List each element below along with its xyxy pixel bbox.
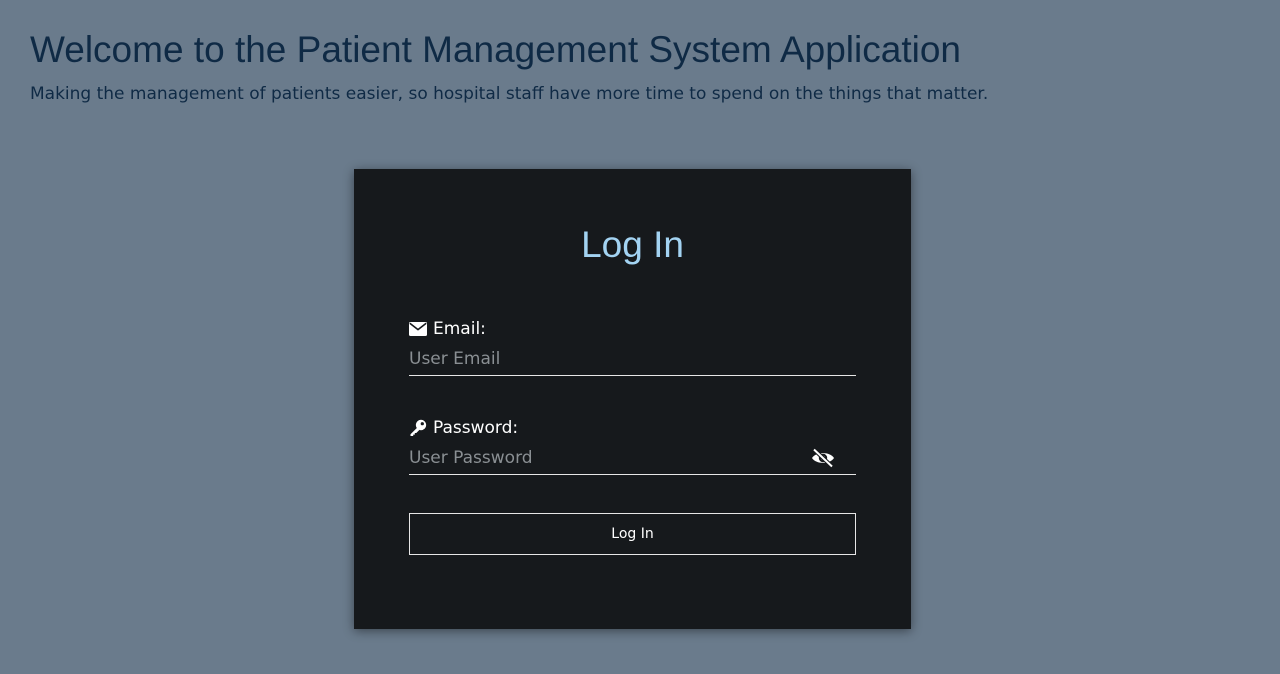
key-icon — [409, 419, 429, 437]
email-field-group: Email: — [409, 317, 856, 376]
email-input-wrap — [409, 345, 856, 376]
password-input[interactable] — [409, 444, 799, 472]
page-title: Welcome to the Patient Management System… — [30, 29, 961, 70]
password-field-group: Password: — [409, 416, 856, 475]
email-label: Email: — [433, 319, 486, 339]
password-label-row: Password: — [409, 416, 856, 440]
page-header: Welcome to the Patient Management System… — [30, 28, 1250, 106]
password-input-wrap — [409, 444, 856, 475]
login-title: Log In — [581, 224, 684, 265]
page-subtitle: Making the management of patients easier… — [30, 84, 989, 104]
login-button[interactable]: Log In — [409, 513, 856, 555]
envelope-icon — [409, 320, 429, 338]
email-label-row: Email: — [409, 317, 856, 341]
email-input[interactable] — [409, 345, 856, 373]
eye-slash-icon[interactable] — [810, 446, 836, 470]
password-label: Password: — [433, 418, 519, 438]
login-card: Log In Email: Password: — [354, 169, 911, 629]
